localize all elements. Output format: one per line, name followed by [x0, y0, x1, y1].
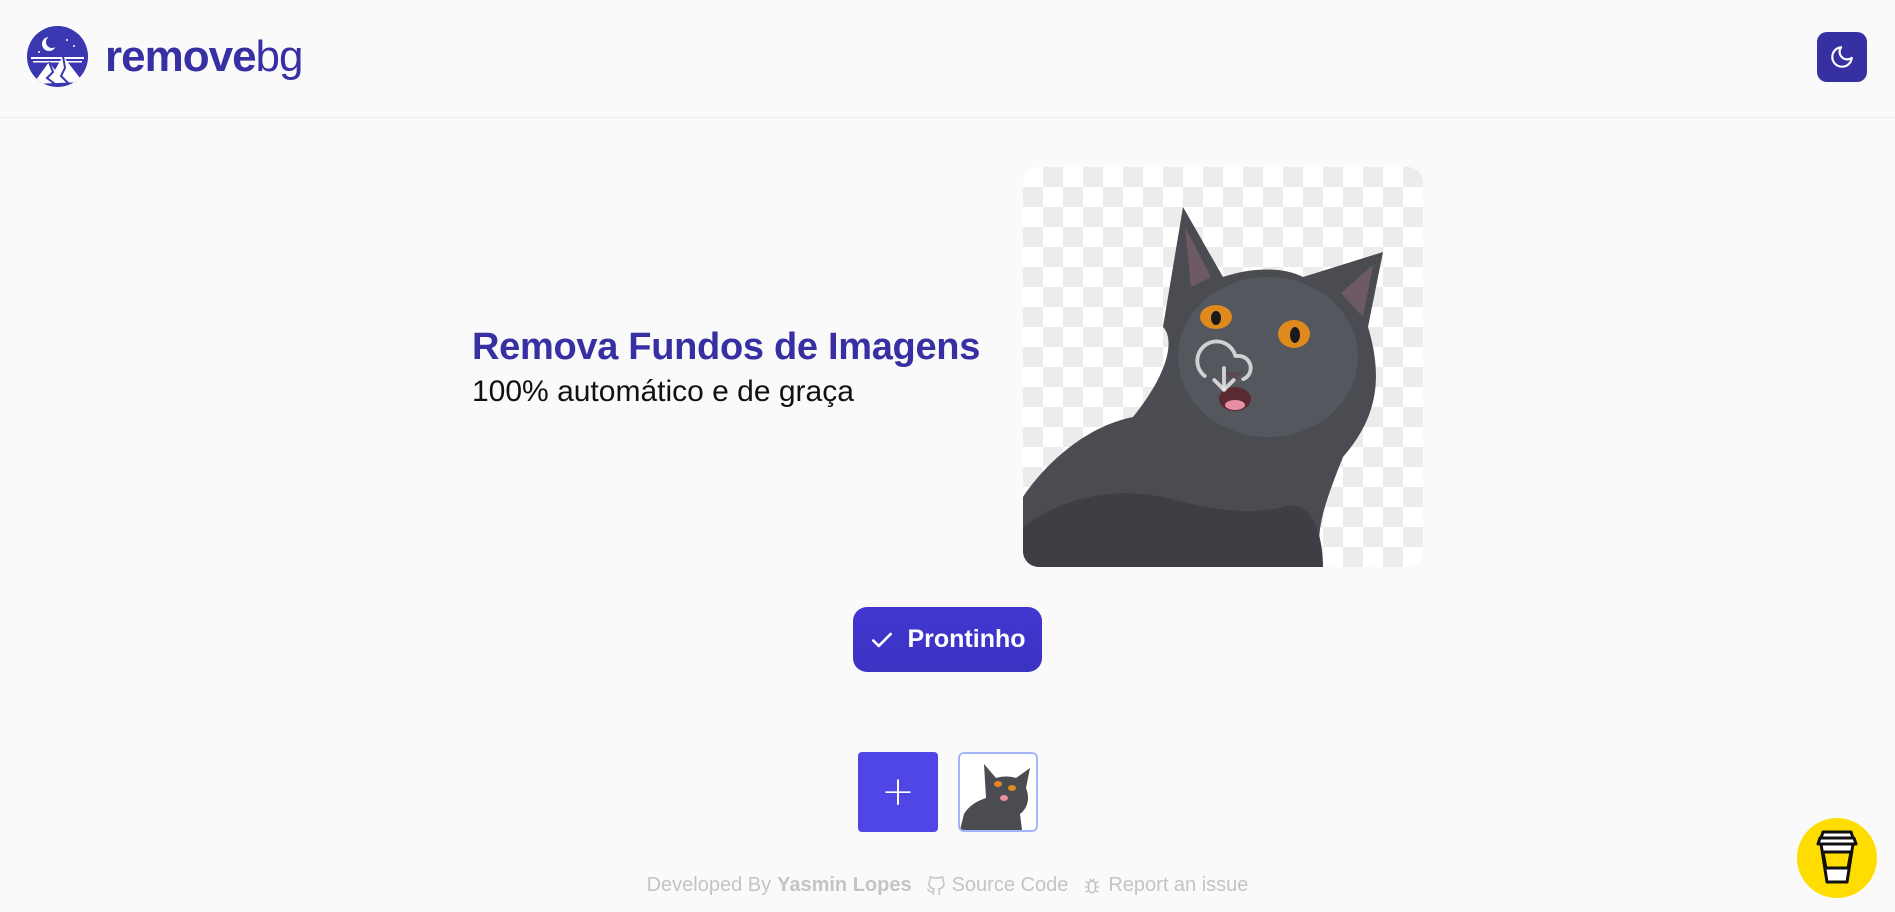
buy-me-a-coffee-button[interactable] — [1797, 818, 1877, 898]
report-issue-link[interactable]: Report an issue — [1082, 874, 1248, 897]
hero-subtitle: 100% automático e de graça — [472, 375, 854, 408]
done-button-label: Prontinho — [907, 625, 1026, 653]
image-thumbnail[interactable] — [958, 752, 1038, 832]
source-code-link[interactable]: Source Code — [926, 874, 1069, 897]
result-image[interactable] — [1023, 167, 1423, 567]
check-icon — [869, 627, 895, 653]
report-issue-label: Report an issue — [1108, 874, 1249, 896]
mountain-logo-icon — [27, 26, 88, 87]
logo-text-bold: remove — [105, 31, 257, 81]
theme-toggle-button[interactable] — [1817, 32, 1867, 82]
bug-icon — [1084, 878, 1100, 893]
hero-text: Remova Fundos de Imagens 100% automático… — [472, 322, 980, 412]
hero-title: Remova Fundos de Imagens — [472, 326, 981, 368]
footer: Developed By Yasmin Lopes Source Code Re… — [0, 874, 1895, 897]
coffee-cup-icon — [1816, 830, 1858, 884]
logo-text-light: bg — [255, 31, 304, 81]
add-image-button[interactable]: + — [858, 752, 938, 832]
source-code-label: Source Code — [951, 874, 1069, 896]
done-button[interactable]: Prontinho — [853, 607, 1042, 672]
author-link[interactable]: Yasmin Lopes — [777, 874, 912, 897]
logo[interactable]: removebg — [27, 26, 303, 87]
logo-text: removebg — [105, 31, 304, 81]
cat-thumbnail-image — [960, 754, 1036, 830]
moon-icon — [1831, 46, 1853, 68]
header: removebg — [0, 0, 1895, 118]
developed-by-text: Developed By — [646, 874, 772, 896]
github-icon — [926, 875, 945, 895]
cloud-download-icon[interactable] — [1195, 339, 1253, 397]
